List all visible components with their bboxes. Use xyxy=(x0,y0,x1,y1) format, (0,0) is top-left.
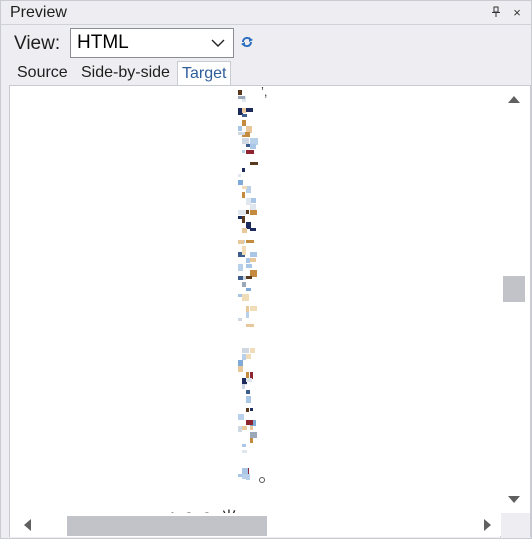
close-icon[interactable]: × xyxy=(510,5,524,21)
image-pixel-block xyxy=(246,420,253,425)
image-pixel-block xyxy=(242,114,247,117)
image-pixel-block xyxy=(238,240,244,244)
tab-strip: Source Side-by-side Target xyxy=(9,61,531,86)
image-pixel-block xyxy=(242,216,245,223)
image-pixel-block xyxy=(246,264,252,268)
image-pixel-block xyxy=(246,150,254,154)
text-fragment: ’, xyxy=(261,86,268,99)
image-pixel-block xyxy=(238,180,243,185)
scroll-up-arrow-icon[interactable] xyxy=(508,96,520,103)
image-pixel-block xyxy=(242,294,249,301)
pin-icon[interactable] xyxy=(489,6,503,20)
horizontal-scroll-thumb[interactable] xyxy=(67,516,267,536)
image-pixel-block xyxy=(238,132,245,135)
image-pixel-block xyxy=(242,426,247,430)
title-bar: Preview × xyxy=(1,1,531,25)
image-pixel-block xyxy=(250,438,253,443)
view-select-value: HTML xyxy=(77,32,129,53)
view-row: View: HTML xyxy=(1,26,531,60)
vertical-scrollbar[interactable] xyxy=(501,86,530,513)
circle-glyph xyxy=(259,477,265,483)
image-pixel-block xyxy=(246,288,251,291)
image-pixel-block xyxy=(242,282,246,287)
image-pixel-block xyxy=(242,186,247,189)
image-pixel-block xyxy=(242,444,246,447)
image-pixel-block xyxy=(242,348,249,353)
image-pixel-block xyxy=(242,150,245,153)
image-pixel-block xyxy=(242,474,248,479)
image-pixel-block xyxy=(250,426,253,430)
preview-content: ’, 4.2.9 光 xyxy=(9,85,531,537)
scroll-right-arrow-icon[interactable] xyxy=(484,519,491,531)
preview-panel: Preview × View: HTML Source Side-by-side xyxy=(0,0,532,539)
image-pixel-block xyxy=(238,318,242,321)
scroll-down-arrow-icon[interactable] xyxy=(508,496,520,503)
view-select[interactable]: HTML xyxy=(70,28,234,58)
image-pixel-block xyxy=(238,126,242,131)
tab-source[interactable]: Source xyxy=(13,61,72,85)
image-pixel-block xyxy=(246,108,253,112)
preview-viewport[interactable]: ’, 4.2.9 光 xyxy=(10,86,500,513)
image-pixel-block xyxy=(246,324,254,327)
image-pixel-block xyxy=(238,366,243,372)
tab-side-by-side[interactable]: Side-by-side xyxy=(77,61,174,85)
image-pixel-block xyxy=(238,276,243,280)
image-pixel-block xyxy=(238,414,244,420)
image-pixel-block xyxy=(238,264,243,271)
image-pixel-block xyxy=(246,312,249,318)
scroll-left-arrow-icon[interactable] xyxy=(24,519,31,531)
view-label: View: xyxy=(14,33,61,54)
chevron-down-icon xyxy=(211,39,225,47)
horizontal-scrollbar[interactable] xyxy=(10,513,500,537)
image-pixel-block xyxy=(238,96,245,99)
panel-title: Preview xyxy=(10,4,67,21)
refresh-icon[interactable] xyxy=(240,35,254,49)
caption-text: 4.2.9 光 xyxy=(166,504,240,513)
tab-target[interactable]: Target xyxy=(177,61,232,86)
image-pixel-block xyxy=(246,354,251,359)
image-pixel-block xyxy=(246,408,249,412)
image-pixel-block xyxy=(238,210,246,215)
image-pixel-block xyxy=(246,396,251,403)
pin-icon-svg xyxy=(492,6,500,17)
image-pixel-block xyxy=(246,210,249,214)
image-pixel-block xyxy=(246,378,252,382)
image-pixel-block xyxy=(242,168,245,172)
scrollbar-corner xyxy=(501,513,530,537)
image-pixel-block xyxy=(250,228,256,231)
image-pixel-block xyxy=(242,450,247,453)
image-pixel-block xyxy=(242,192,245,198)
image-pixel-block xyxy=(250,306,257,311)
image-pixel-block xyxy=(246,240,254,243)
image-pixel-block xyxy=(238,174,241,177)
image-pixel-block xyxy=(250,252,257,257)
image-pixel-block xyxy=(250,162,258,165)
vertical-scroll-thumb[interactable] xyxy=(503,276,525,302)
image-pixel-block xyxy=(242,108,246,113)
image-pixel-block xyxy=(246,390,250,394)
image-pixel-block xyxy=(250,210,257,215)
image-pixel-block xyxy=(246,276,252,279)
image-pixel-block xyxy=(238,90,242,95)
image-pixel-block xyxy=(250,258,256,262)
image-pixel-block xyxy=(250,348,255,353)
image-pixel-block xyxy=(242,228,247,233)
image-pixel-block xyxy=(242,252,246,255)
image-pixel-block xyxy=(242,384,245,389)
image-pixel-block xyxy=(250,144,256,149)
image-pixel-block xyxy=(250,408,253,411)
